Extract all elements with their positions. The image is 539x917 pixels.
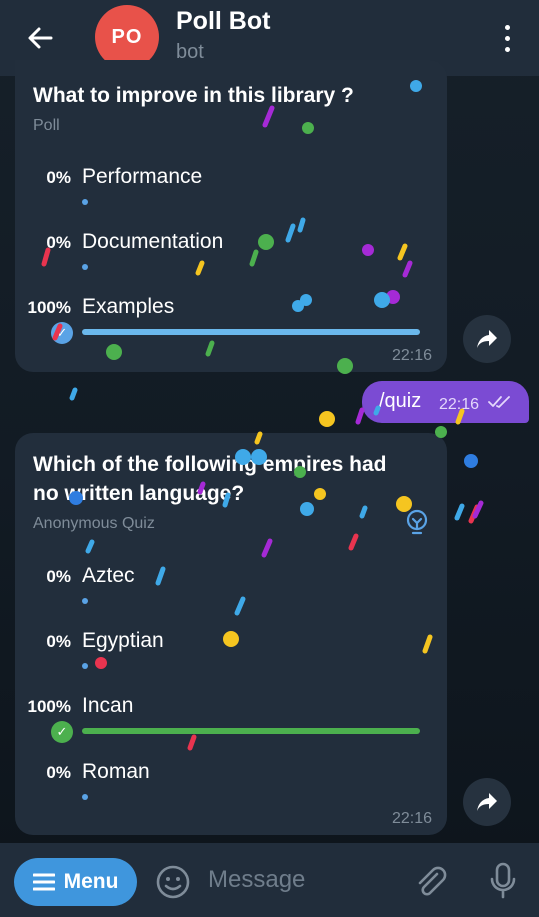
share-arrow-icon bbox=[477, 793, 497, 811]
quiz-question-line2: no written language? bbox=[33, 482, 245, 505]
more-vertical-icon-dot bbox=[504, 35, 510, 41]
option-label: Egyptian bbox=[82, 629, 164, 652]
microphone-icon[interactable] bbox=[487, 861, 519, 901]
option-label: Performance bbox=[82, 165, 203, 188]
poll-question: What to improve in this library ? bbox=[33, 84, 354, 107]
message-input[interactable] bbox=[208, 863, 398, 897]
option-bar bbox=[82, 728, 420, 734]
emoji-icon[interactable] bbox=[155, 864, 191, 900]
quiz-type-label: Anonymous Quiz bbox=[33, 515, 155, 532]
share-button[interactable] bbox=[463, 778, 511, 826]
option-percent: 0% bbox=[46, 632, 71, 651]
arrow-left-icon bbox=[28, 27, 53, 49]
option-percent: 0% bbox=[46, 763, 71, 782]
message-time: 22:16 bbox=[391, 347, 432, 364]
message-time: 22:16 bbox=[439, 396, 480, 413]
option-label: Documentation bbox=[82, 230, 224, 253]
option-bar bbox=[82, 329, 420, 335]
menu-button-label: Menu bbox=[63, 870, 119, 893]
hamburger-icon bbox=[32, 873, 55, 891]
input-bar: Menu bbox=[0, 843, 539, 917]
message-time: 22:16 bbox=[391, 810, 432, 827]
share-arrow-icon bbox=[477, 330, 497, 348]
poll-type-label: Poll bbox=[33, 117, 60, 134]
option-bar bbox=[82, 663, 88, 669]
option-percent: 0% bbox=[46, 168, 71, 187]
option-label: Aztec bbox=[82, 564, 135, 587]
outgoing-message: /quiz 22:16 bbox=[362, 381, 529, 423]
check-icon: ✓ bbox=[51, 322, 73, 344]
option-bar bbox=[82, 264, 88, 270]
option-percent: 0% bbox=[46, 233, 71, 252]
paperclip-icon[interactable] bbox=[413, 863, 449, 899]
option-percent: 100% bbox=[27, 298, 71, 317]
option-bar bbox=[82, 794, 88, 800]
option-percent: 0% bbox=[46, 567, 71, 586]
more-options-button[interactable] bbox=[495, 18, 519, 58]
option-bar bbox=[82, 598, 88, 604]
option-label: Examples bbox=[82, 295, 175, 318]
more-vertical-icon bbox=[504, 24, 510, 30]
lightbulb-icon[interactable] bbox=[405, 509, 429, 537]
check-icon: ✓ bbox=[51, 721, 73, 743]
back-button[interactable] bbox=[20, 18, 60, 58]
more-vertical-icon-dot bbox=[504, 46, 510, 52]
poll-message: What to improve in this library ? Poll 0… bbox=[15, 60, 447, 372]
bot-menu-button[interactable]: Menu bbox=[14, 858, 137, 906]
message-text: /quiz bbox=[379, 390, 422, 412]
quiz-message: Which of the following empires had no wr… bbox=[15, 433, 447, 835]
option-percent: 100% bbox=[27, 697, 71, 716]
share-button[interactable] bbox=[463, 315, 511, 363]
option-label: Incan bbox=[82, 694, 134, 717]
option-label: Roman bbox=[82, 760, 150, 783]
quiz-question-line1: Which of the following empires had bbox=[33, 453, 387, 476]
chat-title[interactable]: Poll Bot bbox=[176, 7, 270, 36]
double-check-icon bbox=[488, 396, 510, 408]
option-bar bbox=[82, 199, 88, 205]
